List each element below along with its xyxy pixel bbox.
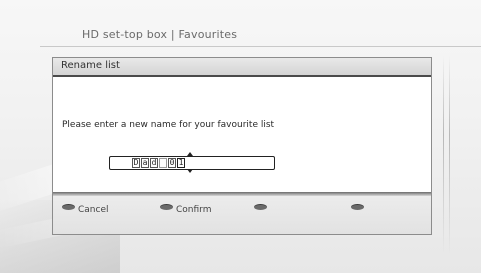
dialog-title: Rename list	[61, 60, 120, 71]
list-name-input[interactable]: D a d 0 1	[109, 152, 275, 173]
dialog-prompt: Please enter a new name for your favouri…	[62, 120, 275, 130]
decorative-line	[449, 55, 450, 255]
name-char: d	[150, 158, 158, 168]
arrow-up-icon[interactable]	[187, 152, 193, 156]
green-key-icon	[160, 204, 173, 210]
name-char-active: 1	[177, 158, 185, 168]
yellow-key-icon	[254, 204, 267, 210]
tv-screen: HD set-top box | Favourites Rename list …	[0, 0, 481, 273]
name-char: 0	[168, 158, 176, 168]
title-bar: HD set-top box | Favourites	[40, 24, 481, 47]
dialog-footer	[53, 196, 431, 234]
dialog-header: Rename list	[53, 58, 431, 77]
page-title: HD set-top box | Favourites	[82, 28, 238, 41]
arrow-down-icon[interactable]	[187, 169, 193, 173]
confirm-label: Confirm	[176, 205, 212, 215]
name-char: D	[132, 158, 140, 168]
cancel-label: Cancel	[78, 205, 109, 215]
decorative-line	[443, 55, 444, 255]
blue-key-icon	[351, 204, 364, 210]
name-char: a	[141, 158, 149, 168]
name-char	[159, 158, 167, 168]
rename-list-dialog: Rename list Please enter a new name for …	[52, 57, 432, 235]
red-key-icon	[62, 204, 75, 210]
name-characters: D a d 0 1	[132, 158, 186, 168]
